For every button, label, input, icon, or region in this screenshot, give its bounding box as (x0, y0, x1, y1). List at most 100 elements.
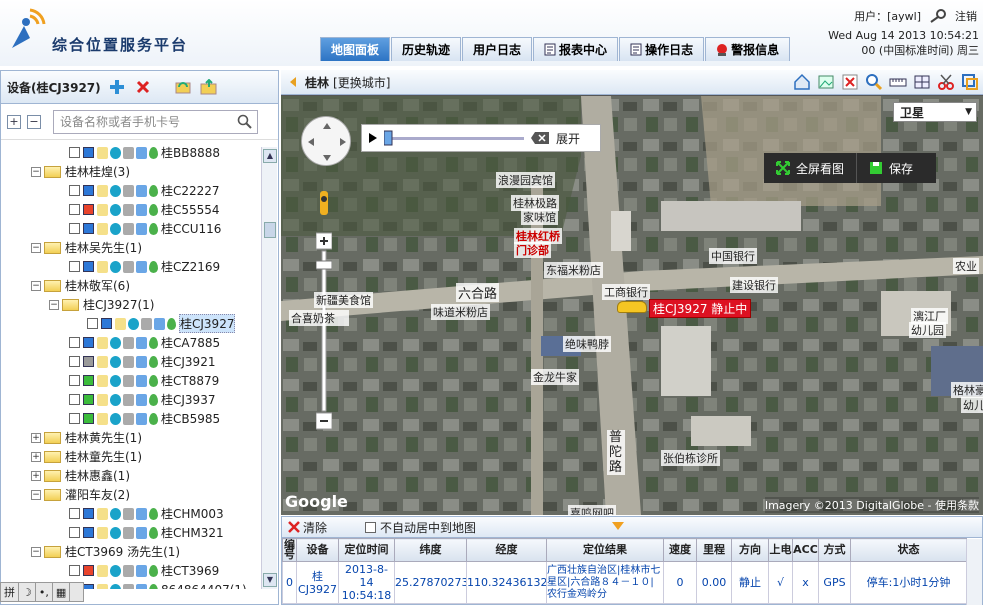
device-checkbox[interactable] (69, 147, 80, 158)
scroll-down-arrow[interactable]: ▼ (263, 573, 277, 587)
column-header[interactable]: 上电 (768, 538, 793, 562)
column-header[interactable]: 定位时间 (338, 538, 395, 562)
collapse-left-icon[interactable] (289, 76, 297, 88)
tree-device[interactable]: 桂C55554 (1, 200, 261, 219)
device-checkbox[interactable] (69, 508, 80, 519)
ime-pinyin[interactable]: 拼 (1, 583, 19, 601)
device-checkbox[interactable] (69, 185, 80, 196)
map-copyright[interactable]: Imagery ©2013 DigitalGlobe - 使用条款 (764, 497, 979, 513)
search-area-icon[interactable] (865, 73, 883, 91)
device-checkbox[interactable] (69, 413, 80, 424)
tab-alarm-info[interactable]: 警报信息 (705, 37, 791, 61)
tree-expander[interactable]: − (31, 546, 41, 557)
tree-group[interactable]: − 桂CT3969 汤先生(1) (1, 542, 261, 561)
device-checkbox[interactable] (69, 394, 80, 405)
measure-icon[interactable] (889, 73, 907, 91)
device-checkbox[interactable] (69, 356, 80, 367)
column-header[interactable]: 里程 (696, 538, 732, 562)
tree-expander[interactable]: + (31, 451, 41, 462)
tree-device[interactable]: 桂CZ2169 (1, 257, 261, 276)
picture-icon[interactable] (817, 73, 835, 91)
tree-device[interactable]: 桂CJ3937 (1, 390, 261, 409)
home-icon[interactable] (793, 73, 811, 91)
tree-group[interactable]: − 桂林桂煌(3) (1, 162, 261, 181)
playback-slider[interactable] (384, 128, 524, 148)
vehicle-marker[interactable] (617, 301, 647, 313)
tree-group[interactable]: − 桂CJ3927(1) (1, 295, 261, 314)
device-checkbox[interactable] (69, 375, 80, 386)
device-search-input[interactable]: 设备名称或者手机卡号 (53, 109, 258, 134)
tree-expander[interactable]: − (31, 166, 41, 177)
tree-device[interactable]: 桂BB8888 (1, 143, 261, 162)
map-type-select[interactable]: 卫星 ▼ (893, 102, 977, 122)
tab-report-center[interactable]: 报表中心 (533, 37, 619, 61)
clear-marker-icon[interactable] (841, 73, 859, 91)
tab-map-panel[interactable]: 地图面板 (320, 37, 391, 61)
tree-group[interactable]: − 桂林吴先生(1) (1, 238, 261, 257)
collapse-all-button[interactable]: − (27, 114, 41, 129)
ime-moon[interactable]: ☽ (19, 583, 36, 601)
layers-icon[interactable] (961, 73, 979, 91)
clear-track-icon[interactable] (530, 131, 550, 145)
panel-toggle-arrow[interactable] (612, 522, 624, 530)
vehicle-label[interactable]: 桂CJ3927 静止中 (649, 299, 752, 318)
tab-user-log[interactable]: 用户日志 (462, 37, 533, 61)
save-button[interactable]: 保存 (856, 153, 925, 183)
expand-button[interactable]: 展开 (556, 130, 580, 147)
tree-group[interactable]: + 桂林童先生(1) (1, 447, 261, 466)
tree-expander[interactable]: + (31, 432, 41, 443)
tree-device[interactable]: 桂CHM003 (1, 504, 261, 523)
tree-device[interactable]: 桂C22227 (1, 181, 261, 200)
tree-device[interactable]: 桂CB5985 (1, 409, 261, 428)
search-icon[interactable] (237, 114, 253, 130)
tree-device[interactable]: 桂CT3969 (1, 561, 261, 580)
change-city-link[interactable]: [更换城市] (333, 74, 390, 91)
device-checkbox[interactable] (69, 527, 80, 538)
device-checkbox[interactable] (69, 261, 80, 272)
device-tree-scrollbar[interactable]: ▲ ▼ (261, 147, 277, 589)
device-checkbox[interactable] (69, 337, 80, 348)
tree-device[interactable]: 桂CT8879 (1, 371, 261, 390)
column-header[interactable]: 方式 (818, 538, 851, 562)
column-header[interactable]: 方向 (731, 538, 769, 562)
tree-expander[interactable]: − (31, 489, 41, 500)
play-icon[interactable] (368, 132, 378, 144)
column-header[interactable]: 纬度 (394, 538, 467, 562)
key-icon[interactable] (929, 9, 947, 23)
tab-operation-log[interactable]: 操作日志 (619, 37, 705, 61)
tree-device[interactable]: 桂CJ3921 (1, 352, 261, 371)
tree-group[interactable]: − 桂林敬军(6) (1, 276, 261, 295)
column-header[interactable]: 速度 (663, 538, 697, 562)
ime-keyboard-icon[interactable]: ▦ (53, 583, 71, 601)
no-center-checkbox[interactable] (365, 521, 377, 533)
table-scrollbar[interactable] (966, 539, 982, 605)
clear-button[interactable]: 清除 (288, 519, 327, 536)
tree-device[interactable]: 桂CA7885 (1, 333, 261, 352)
tree-device[interactable]: 桂CHM321 (1, 523, 261, 542)
satellite-map[interactable]: 展开 全屏看图 保存 卫星 ▼ 浪漫园宾馆 桂林极路 家味馆 桂林红桥 门诊部 东… (281, 96, 983, 515)
add-device-button[interactable] (107, 77, 127, 97)
column-header[interactable]: 编号 (282, 538, 297, 562)
pan-control[interactable] (301, 116, 351, 166)
export-button[interactable] (199, 77, 219, 97)
no-center-option[interactable]: 不自动居中到地图 (365, 519, 476, 536)
device-checkbox[interactable] (69, 204, 80, 215)
expand-all-button[interactable]: + (7, 114, 21, 129)
tree-group[interactable]: + 桂林黄先生(1) (1, 428, 261, 447)
logout-link[interactable]: 注销 (955, 8, 977, 24)
ime-punct[interactable]: •, (36, 583, 53, 601)
scissors-icon[interactable] (937, 73, 955, 91)
area-measure-icon[interactable] (913, 73, 931, 91)
fullscreen-button[interactable]: 全屏看图 (764, 153, 856, 183)
delete-device-button[interactable] (133, 77, 153, 97)
device-checkbox[interactable] (87, 318, 98, 329)
column-header[interactable]: ACC (792, 538, 819, 562)
tree-device[interactable]: 桂CCU116 (1, 219, 261, 238)
tree-expander[interactable]: − (31, 242, 41, 253)
device-checkbox[interactable] (69, 565, 80, 576)
device-checkbox[interactable] (69, 223, 80, 234)
column-header[interactable]: 定位结果 (546, 538, 664, 562)
tree-device[interactable]: 桂CJ3927 (1, 314, 261, 333)
tree-group[interactable]: + 桂林惠鑫(1) (1, 466, 261, 485)
scroll-up-arrow[interactable]: ▲ (263, 149, 277, 163)
